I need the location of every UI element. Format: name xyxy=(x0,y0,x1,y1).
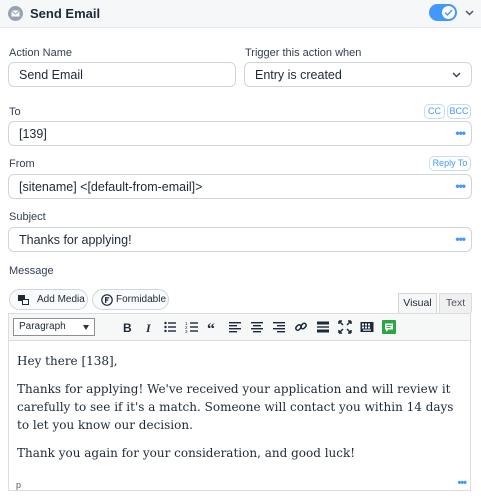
action-header[interactable]: Send Email xyxy=(0,0,481,28)
fullscreen-icon[interactable] xyxy=(338,320,352,334)
to-input[interactable]: [139] ••• xyxy=(8,121,472,146)
toggle-knob xyxy=(442,6,455,19)
chevron-down-icon xyxy=(452,72,461,78)
check-icon xyxy=(444,9,453,16)
trigger-select[interactable]: Entry is created xyxy=(244,62,472,87)
action-title: Send Email xyxy=(30,6,101,21)
element-path: p xyxy=(16,480,22,490)
svg-text:I: I xyxy=(145,321,152,334)
action-enabled-toggle[interactable] xyxy=(429,4,457,21)
align-center-icon[interactable] xyxy=(250,320,264,334)
add-media-icon xyxy=(18,295,29,305)
subject-label: Subject xyxy=(9,211,46,223)
caret-down-icon xyxy=(83,325,89,330)
reply-to-button[interactable]: Reply To xyxy=(429,156,471,171)
formidable-button[interactable]: Formidable xyxy=(92,289,169,310)
keyboard-icon[interactable] xyxy=(360,320,374,334)
bcc-button[interactable]: BCC xyxy=(447,104,471,119)
bold-icon[interactable]: B xyxy=(120,320,134,334)
svg-text:“: “ xyxy=(207,321,215,334)
action-name-label: Action Name xyxy=(9,47,72,59)
link-icon[interactable] xyxy=(294,320,308,334)
envelope-icon xyxy=(8,6,23,21)
toolbar-toggle-icon[interactable] xyxy=(382,320,396,334)
formidable-logo-icon xyxy=(101,294,113,306)
more-options-icon[interactable]: ••• xyxy=(455,233,466,245)
to-value: [139] xyxy=(19,127,47,141)
more-options-icon[interactable]: ••• xyxy=(455,180,466,192)
editor-toolbar: Paragraph B I 123 “ xyxy=(9,314,470,341)
blockquote-icon[interactable]: “ xyxy=(207,320,221,334)
to-label: To xyxy=(9,106,21,118)
tab-text[interactable]: Text xyxy=(439,293,472,313)
subject-value: Thanks for applying! xyxy=(19,233,132,247)
align-left-icon[interactable] xyxy=(228,320,242,334)
message-paragraph: Thank you again for your consideration, … xyxy=(17,446,356,460)
editor-content[interactable]: Hey there [138], Thanks for applying! We… xyxy=(17,352,462,472)
bulleted-list-icon[interactable] xyxy=(163,320,177,334)
message-paragraph: Thanks for applying! We've received your… xyxy=(17,382,454,432)
svg-text:B: B xyxy=(123,321,132,334)
italic-icon[interactable]: I xyxy=(142,320,156,334)
from-value: [sitename] <[default-from-email]> xyxy=(19,180,203,194)
trigger-label: Trigger this action when xyxy=(245,47,362,59)
subject-input[interactable]: Thanks for applying! ••• xyxy=(8,227,472,252)
action-name-input[interactable]: Send Email xyxy=(8,62,236,87)
chevron-down-icon[interactable] xyxy=(465,10,474,16)
cc-button[interactable]: CC xyxy=(424,104,445,119)
action-name-value: Send Email xyxy=(19,68,83,82)
from-label: From xyxy=(9,158,35,170)
read-more-icon[interactable] xyxy=(316,320,330,334)
message-label: Message xyxy=(9,265,54,277)
add-media-button[interactable]: Add Media xyxy=(9,289,88,310)
message-paragraph: Hey there [138], xyxy=(17,354,118,368)
numbered-list-icon[interactable]: 123 xyxy=(185,320,199,334)
svg-text:3: 3 xyxy=(185,329,188,334)
message-editor[interactable]: Paragraph B I 123 “ Hey there [138], Tha… xyxy=(8,313,471,491)
formidable-label: Formidable xyxy=(116,294,167,305)
trigger-value: Entry is created xyxy=(255,68,342,82)
from-input[interactable]: [sitename] <[default-from-email]> ••• xyxy=(8,174,472,199)
tab-visual[interactable]: Visual xyxy=(398,293,437,313)
format-select[interactable]: Paragraph xyxy=(13,318,95,336)
format-select-value: Paragraph xyxy=(19,321,66,332)
align-right-icon[interactable] xyxy=(272,320,286,334)
add-media-label: Add Media xyxy=(37,294,85,305)
more-options-icon[interactable]: ••• xyxy=(457,478,467,489)
more-options-icon[interactable]: ••• xyxy=(455,127,466,139)
